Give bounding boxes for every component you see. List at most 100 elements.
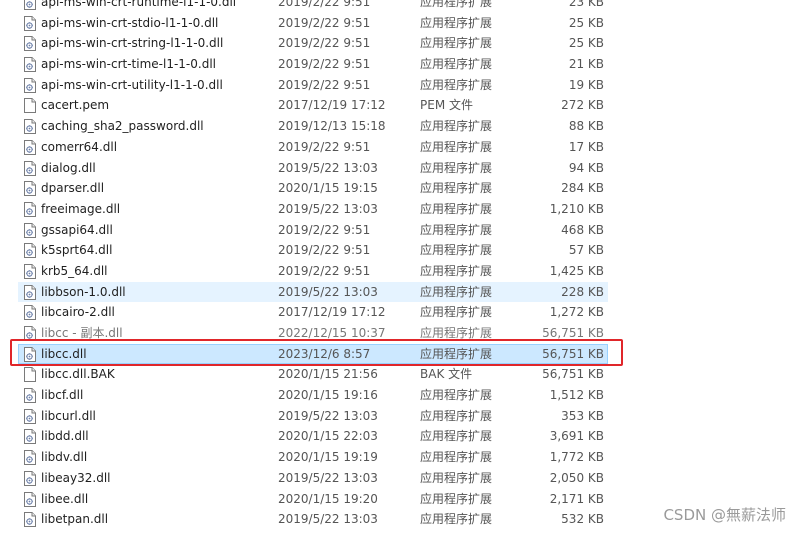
dll-file-icon — [24, 160, 36, 176]
dll-file-icon — [24, 305, 36, 321]
file-row[interactable]: dialog.dll 2019/5/22 13:03 应用程序扩展 94 KB — [0, 158, 800, 179]
file-size: 56,751 KB — [542, 367, 604, 382]
file-modified-date: 2019/5/22 13:03 — [278, 284, 378, 299]
file-modified-date: 2019/2/22 9:51 — [278, 263, 371, 278]
watermark: CSDN @無薪法师 — [663, 506, 786, 524]
file-size: 94 KB — [568, 160, 604, 175]
file-size: 21 KB — [568, 57, 604, 72]
file-row[interactable]: krb5_64.dll 2019/2/22 9:51 应用程序扩展 1,425 KB — [0, 261, 800, 282]
file-row[interactable]: gssapi64.dll 2019/2/22 9:51 应用程序扩展 468 KB — [0, 220, 800, 241]
file-name: k5sprt64.dll — [41, 243, 113, 258]
file-row[interactable]: libcairo-2.dll 2017/12/19 17:12 应用程序扩展 1,27… — [0, 302, 800, 323]
file-size: 532 KB — [561, 512, 604, 527]
file-size: 19 KB — [568, 77, 604, 92]
file-size: 353 KB — [561, 408, 604, 423]
file-name: gssapi64.dll — [41, 222, 113, 237]
file-row[interactable]: libcf.dll 2020/1/15 19:16 应用程序扩展 1,512 KB — [0, 385, 800, 406]
file-row[interactable]: api-ms-win-crt-stdio-l1-1-0.dll 2019/2/22… — [0, 13, 800, 34]
file-type: 应用程序扩展 — [420, 222, 493, 237]
file-type: 应用程序扩展 — [420, 491, 493, 506]
file-list: api-ms-win-crt-runtime-l1-1-0.dll 2019/2/… — [0, 0, 800, 530]
file-name: libdd.dll — [41, 429, 89, 444]
file-row[interactable]: libcc.dll.BAK 2020/1/15 21:56 BAK 文件 56,751… — [0, 364, 800, 385]
file-size: 272 KB — [561, 98, 604, 113]
dll-file-icon — [24, 450, 36, 466]
file-size: 1,772 KB — [549, 450, 604, 465]
file-row[interactable]: libeay32.dll 2019/5/22 13:03 应用程序扩展 2,050 K… — [0, 468, 800, 489]
file-row[interactable]: api-ms-win-crt-utility-l1-1-0.dll 2019/2/… — [0, 75, 800, 96]
file-type: 应用程序扩展 — [420, 305, 493, 320]
file-name: krb5_64.dll — [41, 263, 108, 278]
file-row[interactable]: libbson-1.0.dll 2019/5/22 13:03 应用程序扩展 228 … — [0, 281, 800, 303]
file-type: 应用程序扩展 — [420, 284, 493, 299]
file-name: libetpan.dll — [41, 512, 109, 527]
dll-file-icon — [24, 491, 36, 507]
file-modified-date: 2020/1/15 19:20 — [278, 491, 378, 506]
file-modified-date: 2019/5/22 13:03 — [278, 470, 378, 485]
file-row[interactable]: dparser.dll 2020/1/15 19:15 应用程序扩展 284 KB — [0, 178, 800, 199]
blank-file-icon — [24, 367, 36, 383]
file-type: 应用程序扩展 — [420, 119, 493, 134]
dll-file-icon — [24, 15, 36, 31]
file-modified-date: 2020/1/15 19:15 — [278, 181, 378, 196]
file-modified-date: 2019/2/22 9:51 — [278, 0, 371, 9]
file-size: 23 KB — [568, 0, 604, 9]
file-name: libcairo-2.dll — [41, 305, 115, 320]
file-modified-date: 2019/2/22 9:51 — [278, 243, 371, 258]
file-type: 应用程序扩展 — [420, 181, 493, 196]
file-row[interactable]: api-ms-win-crt-time-l1-1-0.dll 2019/2/22 … — [0, 54, 800, 75]
file-modified-date: 2019/5/22 13:03 — [278, 201, 378, 216]
file-name: libcurl.dll — [41, 408, 96, 423]
file-row[interactable]: libdd.dll 2020/1/15 22:03 应用程序扩展 3,691 KB — [0, 426, 800, 447]
file-type: 应用程序扩展 — [420, 243, 493, 258]
file-modified-date: 2019/5/22 13:03 — [278, 512, 378, 527]
file-type: 应用程序扩展 — [420, 0, 493, 9]
file-size: 2,171 KB — [549, 491, 604, 506]
file-name: cacert.pem — [41, 98, 110, 113]
file-modified-date: 2017/12/19 17:12 — [278, 305, 386, 320]
file-type: 应用程序扩展 — [420, 15, 493, 30]
file-name: dparser.dll — [41, 181, 105, 196]
file-row[interactable]: k5sprt64.dll 2019/2/22 9:51 应用程序扩展 57 KB — [0, 240, 800, 261]
file-row[interactable]: caching_sha2_password.dll 2019/12/13 15:1… — [0, 116, 800, 137]
file-row[interactable]: api-ms-win-crt-runtime-l1-1-0.dll 2019/2/… — [0, 0, 800, 13]
dll-file-icon — [24, 36, 36, 52]
file-name: freeimage.dll — [41, 201, 121, 216]
dll-file-icon — [24, 512, 36, 528]
file-row[interactable]: freeimage.dll 2019/5/22 13:03 应用程序扩展 1,210 … — [0, 199, 800, 220]
file-row[interactable]: api-ms-win-crt-string-l1-1-0.dll 2019/2/2… — [0, 33, 800, 54]
file-row[interactable]: libcurl.dll 2019/5/22 13:03 应用程序扩展 353 KB — [0, 406, 800, 427]
file-size: 468 KB — [561, 222, 604, 237]
file-type: 应用程序扩展 — [420, 77, 493, 92]
file-row[interactable]: cacert.pem 2017/12/19 17:12 PEM 文件 272 KB — [0, 95, 800, 116]
annotation-highlight-box — [10, 339, 623, 366]
file-size: 57 KB — [568, 243, 604, 258]
dll-file-icon — [24, 0, 36, 10]
file-type: 应用程序扩展 — [420, 57, 493, 72]
file-type: 应用程序扩展 — [420, 450, 493, 465]
blank-file-icon — [24, 98, 36, 114]
file-type: PEM 文件 — [420, 98, 473, 113]
file-row[interactable]: libdv.dll 2020/1/15 19:19 应用程序扩展 1,772 KB — [0, 447, 800, 468]
file-size: 25 KB — [568, 15, 604, 30]
file-size: 1,210 KB — [549, 201, 604, 216]
file-size: 3,691 KB — [549, 429, 604, 444]
file-size: 17 KB — [568, 139, 604, 154]
file-size: 228 KB — [561, 284, 604, 299]
file-name: comerr64.dll — [41, 139, 118, 154]
file-size: 88 KB — [568, 119, 604, 134]
dll-file-icon — [24, 77, 36, 93]
file-modified-date: 2020/1/15 22:03 — [278, 429, 378, 444]
file-modified-date: 2019/2/22 9:51 — [278, 139, 371, 154]
file-size: 284 KB — [561, 181, 604, 196]
file-row[interactable]: comerr64.dll 2019/2/22 9:51 应用程序扩展 17 KB — [0, 137, 800, 158]
file-type: 应用程序扩展 — [420, 36, 493, 51]
file-size: 1,512 KB — [549, 388, 604, 403]
file-modified-date: 2019/2/22 9:51 — [278, 15, 371, 30]
dll-file-icon — [24, 263, 36, 279]
file-name: api-ms-win-crt-string-l1-1-0.dll — [41, 36, 224, 51]
file-name: libeay32.dll — [41, 470, 111, 485]
dll-file-icon — [24, 243, 36, 259]
file-type: 应用程序扩展 — [420, 160, 493, 175]
dll-file-icon — [24, 222, 36, 238]
